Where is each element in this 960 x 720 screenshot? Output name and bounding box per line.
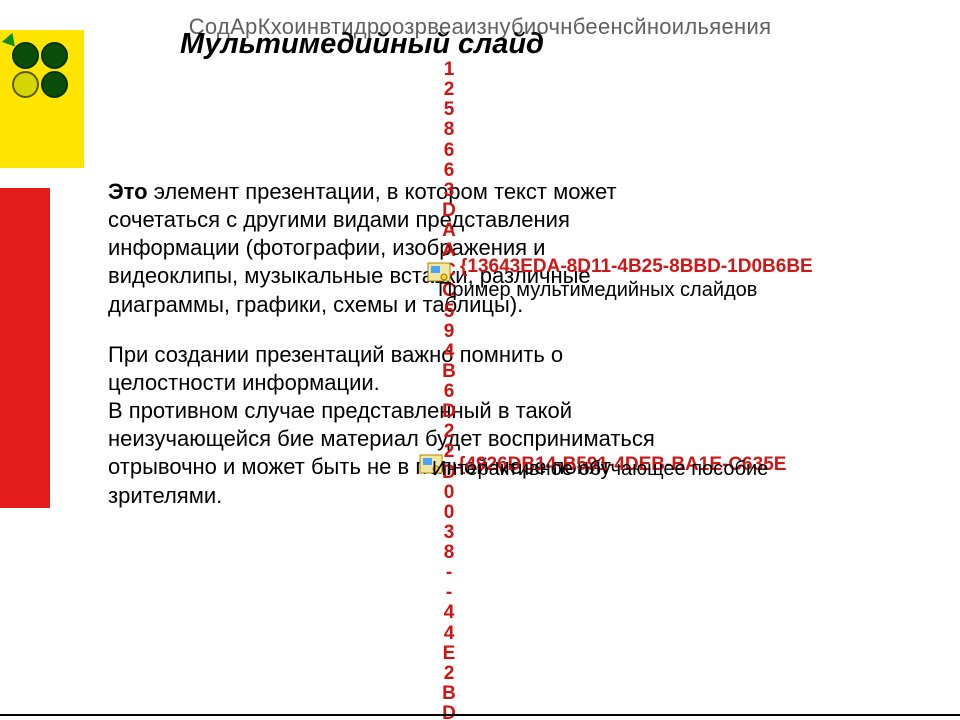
sidebar-red (0, 188, 50, 508)
bottom-rule (0, 714, 960, 716)
logo-dot (12, 71, 39, 98)
body-paragraph-2: При создании презентаций важно помнить о… (108, 341, 668, 397)
body-spacer (108, 319, 668, 341)
slide-title: Мультимедийный слайд (180, 28, 544, 61)
ole-guid-1: {13643EDA-8D11-4B25-8BBD-1D0B6BE (460, 256, 813, 278)
ole-caption-1: Пример мультимедийных слайдов (438, 279, 757, 302)
logo (6, 40, 76, 110)
logo-dot (12, 42, 39, 69)
ole-caption-2: Интерактивное обучающее пособие (432, 458, 768, 481)
vertical-char-column: 1 2 5 8 6 6 3 D A A C С 5 9 4 В 6 D 2 2 … (437, 60, 461, 720)
logo-dot (41, 71, 68, 98)
body-lead: Это (108, 179, 148, 204)
logo-dot (41, 42, 68, 69)
